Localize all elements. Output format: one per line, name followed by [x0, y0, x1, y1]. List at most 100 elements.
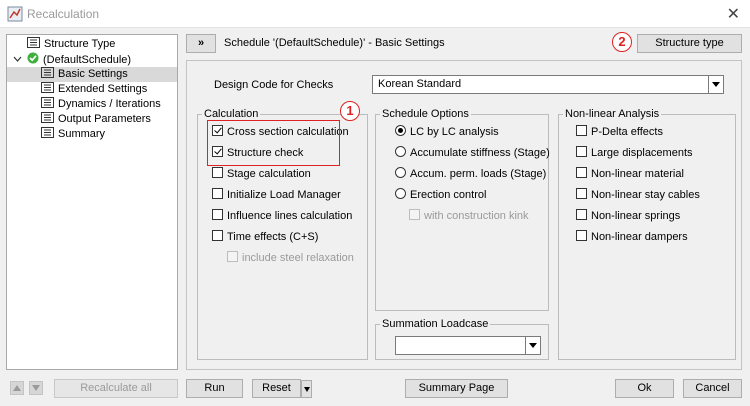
stage-calculation-checkbox[interactable]: Stage calculation	[212, 166, 311, 182]
checkbox-box[interactable]	[212, 230, 223, 241]
checkbox-label: P-Delta effects	[591, 126, 663, 138]
checkbox-label: Influence lines calculation	[227, 210, 353, 222]
chevron-down-icon[interactable]	[525, 337, 540, 354]
time-effects-checkbox[interactable]: Time effects (C+S)	[212, 229, 318, 245]
run-button[interactable]: Run	[186, 379, 243, 398]
nonlinear-dampers-checkbox[interactable]: Non-linear dampers	[576, 229, 688, 245]
checkbox-label: Large displacements	[591, 147, 693, 159]
summary-page-button[interactable]: Summary Page	[405, 379, 508, 398]
tree-item-label: Dynamics / Iterations	[58, 98, 161, 110]
checkbox-box[interactable]	[576, 167, 587, 178]
nonlinear-material-checkbox[interactable]: Non-linear material	[576, 166, 684, 182]
tree-item-dynamics-iterations[interactable]: Dynamics / Iterations	[41, 97, 161, 112]
title-bar: Recalculation ✕	[0, 0, 750, 28]
checkbox-box[interactable]	[576, 146, 587, 157]
radio-label: Erection control	[410, 189, 487, 201]
radio-dot[interactable]	[395, 125, 406, 136]
tree-item-default-schedule[interactable]: (DefaultSchedule)	[27, 52, 131, 67]
structure-type-button[interactable]: Structure type	[637, 34, 742, 53]
expand-button[interactable]: »	[186, 34, 216, 53]
checkbox-box[interactable]	[227, 251, 238, 262]
checkbox-box[interactable]	[576, 125, 587, 136]
ok-button[interactable]: Ok	[615, 379, 674, 398]
checkbox-box[interactable]	[212, 188, 223, 199]
checkbox-box[interactable]	[576, 230, 587, 241]
initialize-load-manager-checkbox[interactable]: Initialize Load Manager	[212, 187, 341, 203]
recalculate-all-button[interactable]: Recalculate all	[54, 379, 178, 398]
lc-by-lc-radio[interactable]: LC by LC analysis	[395, 124, 499, 140]
design-code-select[interactable]: Korean Standard	[372, 75, 724, 94]
highlight-box	[207, 120, 340, 166]
radio-label: LC by LC analysis	[410, 126, 499, 138]
checkbox-label: Non-linear dampers	[591, 231, 688, 243]
annotation-badge-2: 2	[612, 32, 632, 52]
navigation-tree: Structure Type (DefaultSchedule) Basic S…	[6, 34, 178, 370]
settings-list-icon	[41, 67, 54, 78]
summation-loadcase-select[interactable]	[395, 336, 541, 355]
chevron-down-icon[interactable]	[13, 52, 22, 67]
schedule-options-legend: Schedule Options	[380, 108, 471, 120]
reset-dropdown-icon[interactable]	[301, 380, 312, 398]
close-icon[interactable]: ✕	[727, 4, 740, 24]
settings-list-icon	[41, 112, 54, 123]
influence-lines-checkbox[interactable]: Influence lines calculation	[212, 208, 352, 224]
radio-dot[interactable]	[395, 146, 406, 157]
checkbox-box[interactable]	[409, 209, 420, 220]
summation-legend: Summation Loadcase	[380, 318, 491, 330]
design-code-value: Korean Standard	[378, 78, 462, 90]
tree-item-label: Output Parameters	[58, 113, 151, 125]
page-title: Schedule '(DefaultSchedule)' - Basic Set…	[224, 37, 445, 49]
construction-kink-checkbox[interactable]: with construction kink	[409, 208, 529, 224]
move-up-icon[interactable]	[10, 381, 24, 395]
checkbox-box[interactable]	[212, 209, 223, 220]
design-code-label: Design Code for Checks	[214, 79, 334, 91]
checkbox-label: Non-linear stay cables	[591, 189, 700, 201]
steel-relaxation-checkbox[interactable]: include steel relaxation	[227, 250, 354, 266]
nonlinear-legend: Non-linear Analysis	[563, 108, 662, 120]
settings-list-icon	[41, 82, 54, 93]
calculation-legend: Calculation	[202, 108, 261, 120]
accumulate-stiffness-radio[interactable]: Accumulate stiffness (Stage)	[395, 145, 550, 161]
settings-list-icon	[27, 37, 40, 48]
settings-list-icon	[41, 127, 54, 138]
cancel-button[interactable]: Cancel	[683, 379, 742, 398]
app-icon	[7, 6, 23, 22]
radio-label: Accumulate stiffness (Stage)	[410, 147, 550, 159]
checkbox-label: Non-linear springs	[591, 210, 681, 222]
radio-dot[interactable]	[395, 167, 406, 178]
checkbox-label: Stage calculation	[227, 168, 311, 180]
tree-item-label: Extended Settings	[58, 83, 148, 95]
accum-perm-loads-radio[interactable]: Accum. perm. loads (Stage)	[395, 166, 546, 182]
tree-item-extended-settings[interactable]: Extended Settings	[41, 82, 147, 97]
move-down-icon[interactable]	[29, 381, 43, 395]
chevron-down-icon[interactable]	[708, 76, 723, 93]
large-displacements-checkbox[interactable]: Large displacements	[576, 145, 693, 161]
tree-item-label: (DefaultSchedule)	[43, 54, 132, 66]
reset-button[interactable]: Reset	[252, 379, 301, 398]
checkbox-box[interactable]	[576, 209, 587, 220]
checkbox-label: Time effects (C+S)	[227, 231, 319, 243]
tree-item-label: Structure Type	[44, 38, 116, 50]
checkbox-label: Initialize Load Manager	[227, 189, 341, 201]
p-delta-checkbox[interactable]: P-Delta effects	[576, 124, 663, 140]
annotation-badge-1: 1	[340, 101, 360, 121]
radio-dot[interactable]	[395, 188, 406, 199]
settings-list-icon	[41, 97, 54, 108]
checkbox-label: include steel relaxation	[242, 252, 354, 264]
nonlinear-stay-cables-checkbox[interactable]: Non-linear stay cables	[576, 187, 700, 203]
checkbox-box[interactable]	[212, 167, 223, 178]
tree-item-summary[interactable]: Summary	[41, 127, 105, 142]
nonlinear-springs-checkbox[interactable]: Non-linear springs	[576, 208, 680, 224]
checkbox-label: with construction kink	[424, 210, 529, 222]
tree-item-label: Summary	[58, 128, 106, 140]
tree-item-output-parameters[interactable]: Output Parameters	[41, 112, 151, 127]
window-title: Recalculation	[27, 7, 100, 21]
radio-label: Accum. perm. loads (Stage)	[410, 168, 547, 180]
tree-item-basic-settings[interactable]: Basic Settings	[7, 67, 177, 82]
checkbox-box[interactable]	[576, 188, 587, 199]
tree-item-structure-type[interactable]: Structure Type	[27, 37, 115, 52]
check-circle-icon	[27, 52, 39, 64]
tree-item-label: Basic Settings	[58, 68, 128, 80]
checkbox-label: Non-linear material	[591, 168, 684, 180]
erection-control-radio[interactable]: Erection control	[395, 187, 486, 203]
